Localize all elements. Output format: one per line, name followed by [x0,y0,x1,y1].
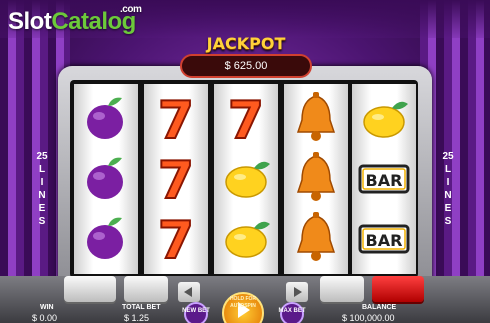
lemon-icon [214,208,278,268]
reel-5: BAR BAR [352,84,416,274]
bell-icon [284,88,348,148]
plum-icon [74,88,138,148]
bet-decrease-icon[interactable] [178,282,200,302]
total-bet-key[interactable] [124,276,168,302]
plum-icon [74,208,138,268]
jackpot-amount: $ 625.00 [180,54,312,78]
jackpot-title: JACKPOT [206,34,286,53]
reel-3: 7 [214,84,278,274]
max-bet-label: MAX BET [278,308,306,314]
seven-icon: 7 [144,148,208,208]
lines-left-count: 25 [36,151,48,162]
bell-icon [284,148,348,208]
win-key[interactable] [64,276,116,302]
plum-icon [74,148,138,208]
lines-indicator-left: 25 L I N E S [34,150,50,228]
lemon-icon [352,88,416,148]
lines-right-char: N [444,190,452,201]
lemon-icon [214,148,278,208]
balance-value: $ 100,000.00 [342,313,395,323]
spin-red-key[interactable] [372,276,424,302]
lines-right-char: S [444,216,452,227]
seven-icon: 7 [144,88,208,148]
lines-right-char: E [444,203,452,214]
win-label: WIN [40,304,54,311]
lines-left-char: S [38,216,46,227]
reel-4 [284,84,348,274]
total-bet-value: $ 1.25 [124,313,150,323]
bet-increase-icon[interactable] [286,282,308,302]
win-value: $ 0.00 [32,313,58,323]
lines-left-char: N [38,190,46,201]
svg-text:7: 7 [228,91,264,146]
svg-text:BAR: BAR [366,231,403,250]
reel-2: 777 [144,84,208,274]
bar-icon: BAR [352,148,416,208]
game-stage: SlotCatalog .com JACKPOT $ 625.00 25 L I… [0,0,490,323]
lines-left-char: L [38,164,46,175]
seven-icon: 7 [214,88,278,148]
balance-label: BALANCE [362,304,397,311]
logo-part-slot: Slot [8,8,52,35]
lines-right-count: 25 [442,151,454,162]
lines-left-char: E [38,203,46,214]
lines-right-char: L [444,164,452,175]
bar-icon: BAR [352,208,416,268]
total-bet-label: TOTAL BET [122,304,161,311]
svg-text:BAR: BAR [366,171,403,190]
seven-icon: 7 [144,208,208,268]
lines-left-char: I [40,177,44,188]
lines-right-char: I [446,177,450,188]
svg-text:7: 7 [158,91,194,146]
svg-text:7: 7 [158,151,194,206]
logo-suffix: .com [120,4,142,15]
balance-key[interactable] [320,276,364,302]
bell-icon [284,208,348,268]
svg-text:7: 7 [158,211,194,266]
lines-indicator-right: 25 L I N E S [440,150,456,228]
slotcatalog-logo: SlotCatalog .com [8,4,142,36]
autospin-label: HOLD FOR AUTOSPIN [229,296,257,309]
reel-1 [74,84,138,274]
jackpot-panel: JACKPOT $ 625.00 [180,34,312,78]
new-bet-label: NEW BET [182,308,210,314]
